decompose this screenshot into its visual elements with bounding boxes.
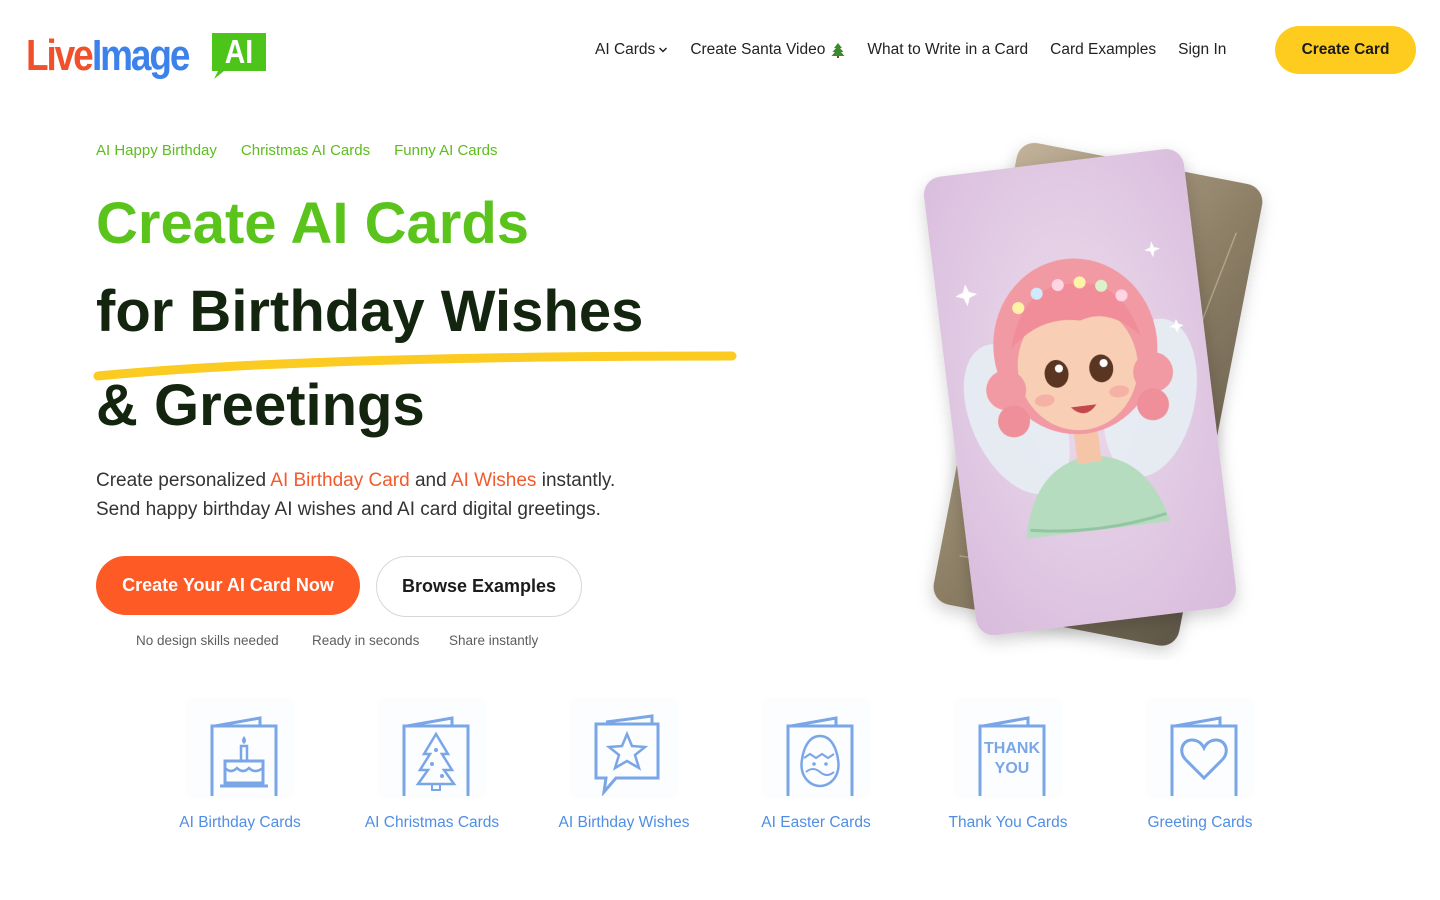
category-greeting-cards[interactable]: Greeting Cards [1110,690,1290,840]
headline-line-2: for Birthday Wishes [96,279,644,344]
browse-examples-button[interactable]: Browse Examples [376,556,582,617]
quick-link-christmas-ai-cards[interactable]: Christmas AI Cards [241,142,370,159]
feature-ready-in-seconds: Ready in seconds [312,633,420,648]
heart-card-icon [1145,698,1255,798]
site-logo[interactable]: Live Image AI [26,30,268,82]
logo-ai-text: AI [224,33,254,70]
chevron-down-icon [659,47,668,53]
feature-no-design-skills: No design skills needed [136,633,279,648]
nav-create-santa-video[interactable]: Create Santa Video [690,41,845,59]
quick-link-ai-happy-birthday[interactable]: AI Happy Birthday [96,142,217,159]
hero-card-stack [900,130,1280,660]
category-label: Greeting Cards [1147,814,1253,831]
nav-card-examples-label: Card Examples [1050,41,1157,58]
desc-text-3: instantly. [536,470,616,491]
thank-you-icon-text-2: YOU [995,760,1030,777]
hero-description: Create personalized AI Birthday Card and… [96,466,615,524]
nav-santa-label: Create Santa Video [690,41,826,58]
nav-card-examples[interactable]: Card Examples [1050,41,1156,59]
logo-image-text: Image [92,31,190,80]
ai-wishes-link[interactable]: AI Wishes [451,470,537,491]
thank-you-card-icon: THANK YOU [953,698,1063,798]
quick-links: AI Happy Birthday Christmas AI Cards Fun… [96,142,522,159]
nav-sign-in[interactable]: Sign In [1178,41,1226,59]
desc-text-1: Create personalized [96,470,271,491]
easter-egg-card-icon [761,698,871,798]
ai-birthday-card-link[interactable]: AI Birthday Card [270,470,409,491]
nav-what-to-write[interactable]: What to Write in a Card [867,41,1028,59]
logo-ai-badge: AI [210,31,268,79]
category-thank-you-cards[interactable]: THANK YOU Thank You Cards [918,690,1098,840]
create-your-ai-card-now-button[interactable]: Create Your AI Card Now [96,556,360,615]
thank-you-icon-text-1: THANK [984,740,1040,757]
main-nav: AI Cards Create Santa Video What to Writ… [595,38,1248,62]
category-ai-birthday-wishes[interactable]: AI Birthday Wishes [534,690,714,840]
headline-line-3: & Greetings [96,373,425,438]
christmas-tree-card-icon [377,698,487,798]
category-label: AI Easter Cards [761,814,871,831]
nav-sign-in-label: Sign In [1178,41,1227,58]
category-ai-birthday-cards[interactable]: AI Birthday Cards [150,690,330,840]
hero-description-line-2: Send happy birthday AI wishes and AI car… [96,499,601,520]
desc-text-2: and [409,470,451,491]
category-label: AI Birthday Cards [179,814,301,831]
nav-ai-cards[interactable]: AI Cards [595,41,668,59]
star-message-card-icon [569,698,679,798]
quick-link-funny-ai-cards[interactable]: Funny AI Cards [394,142,497,159]
logo-live-text: Live [26,31,94,80]
hero-description-line-1: Create personalized AI Birthday Card and… [96,466,615,495]
feature-share-instantly: Share instantly [449,633,539,648]
christmas-tree-icon [831,43,845,58]
nav-what-to-write-label: What to Write in a Card [867,41,1029,58]
category-label: AI Christmas Cards [364,814,500,831]
category-label: Thank You Cards [948,814,1068,831]
category-ai-christmas-cards[interactable]: AI Christmas Cards [342,690,522,840]
headline-line-1: Create AI Cards [96,191,530,256]
birthday-cake-card-icon [185,698,295,798]
category-label: AI Birthday Wishes [558,814,690,831]
category-ai-easter-cards[interactable]: AI Easter Cards [726,690,906,840]
nav-ai-cards-label: AI Cards [595,41,656,58]
create-card-button[interactable]: Create Card [1275,26,1416,74]
